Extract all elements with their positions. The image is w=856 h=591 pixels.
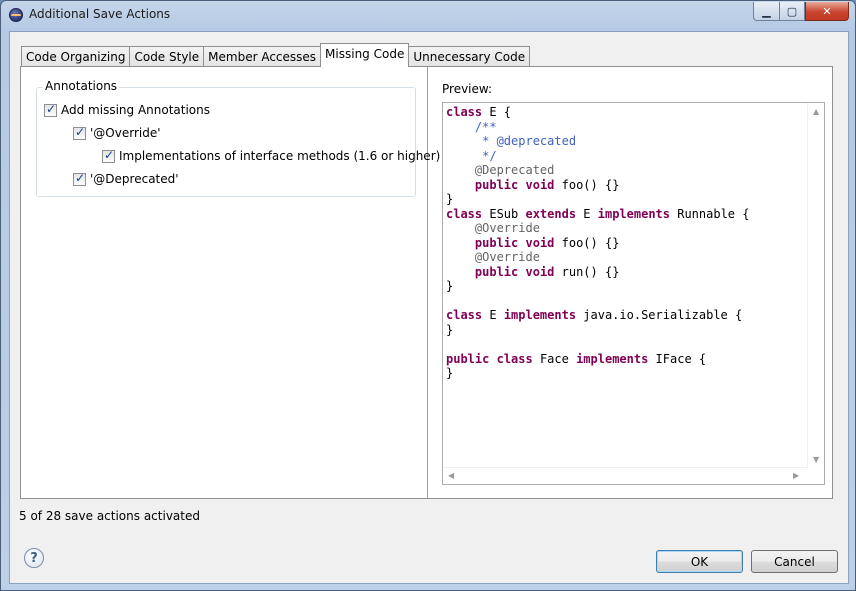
annotations-group: Annotations Add missing Annotations '@Ov… — [36, 79, 440, 197]
close-icon: ✕ — [822, 4, 832, 18]
tab-strip: Code Organizing Code Style Member Access… — [21, 43, 531, 67]
dialog-client-area: Code Organizing Code Style Member Access… — [9, 31, 849, 584]
option-label: '@Deprecated' — [90, 172, 179, 186]
option-label: '@Override' — [90, 126, 161, 140]
option-label: Add missing Annotations — [61, 103, 211, 117]
preview-label: Preview: — [442, 82, 493, 96]
minimize-button[interactable]: ▁ — [753, 2, 780, 21]
option-deprecated[interactable]: '@Deprecated' — [73, 171, 179, 186]
preview-horizontal-scrollbar[interactable]: ◀ ▶ — [443, 467, 809, 484]
preview-vertical-scrollbar[interactable]: ▲ ▼ — [807, 103, 824, 469]
checkbox-deprecated[interactable] — [73, 171, 86, 186]
window-title: Additional Save Actions — [29, 7, 171, 21]
scroll-right-icon[interactable]: ▶ — [793, 471, 799, 480]
maximize-icon: ▢ — [786, 4, 798, 18]
tab-code-organizing[interactable]: Code Organizing — [21, 46, 131, 67]
tab-panel-missing-code: Annotations Add missing Annotations '@Ov… — [20, 66, 833, 499]
close-button[interactable]: ✕ — [805, 2, 849, 21]
panel-splitter[interactable] — [427, 67, 428, 498]
checkbox-override[interactable] — [73, 125, 86, 140]
tab-member-accesses[interactable]: Member Accesses — [203, 46, 322, 67]
maximize-button[interactable]: ▢ — [779, 2, 805, 21]
tab-missing-code[interactable]: Missing Code — [320, 43, 410, 67]
scroll-up-icon[interactable]: ▲ — [813, 107, 819, 116]
option-add-missing-annotations[interactable]: Add missing Annotations — [44, 102, 211, 117]
checkbox-add-missing-annotations[interactable] — [44, 102, 57, 117]
dialog-window: Additional Save Actions ▁ ▢ ✕ Code Organ… — [0, 0, 856, 591]
annotations-group-legend: Annotations — [43, 79, 120, 93]
checkbox-interface-implementations[interactable] — [102, 148, 115, 163]
status-text: 5 of 28 save actions activated — [19, 509, 200, 523]
title-bar[interactable]: Additional Save Actions ▁ ▢ ✕ — [1, 1, 855, 29]
eclipse-icon — [9, 8, 23, 22]
option-label: Implementations of interface methods (1.… — [119, 149, 441, 163]
tab-unnecessary-code[interactable]: Unnecessary Code — [408, 46, 531, 67]
option-override[interactable]: '@Override' — [73, 125, 161, 140]
preview-code: class E { /** * @deprecated */ @Deprecat… — [446, 105, 750, 380]
scroll-left-icon[interactable]: ◀ — [448, 471, 454, 480]
ok-button[interactable]: OK — [656, 550, 743, 573]
option-interface-implementations[interactable]: Implementations of interface methods (1.… — [102, 148, 441, 163]
scroll-down-icon[interactable]: ▼ — [813, 455, 819, 464]
minimize-icon: ▁ — [762, 4, 771, 18]
preview-code-area[interactable]: class E { /** * @deprecated */ @Deprecat… — [442, 102, 825, 485]
cancel-button[interactable]: Cancel — [751, 550, 838, 573]
help-icon[interactable]: ? — [24, 548, 44, 568]
tab-code-style[interactable]: Code Style — [129, 46, 205, 67]
